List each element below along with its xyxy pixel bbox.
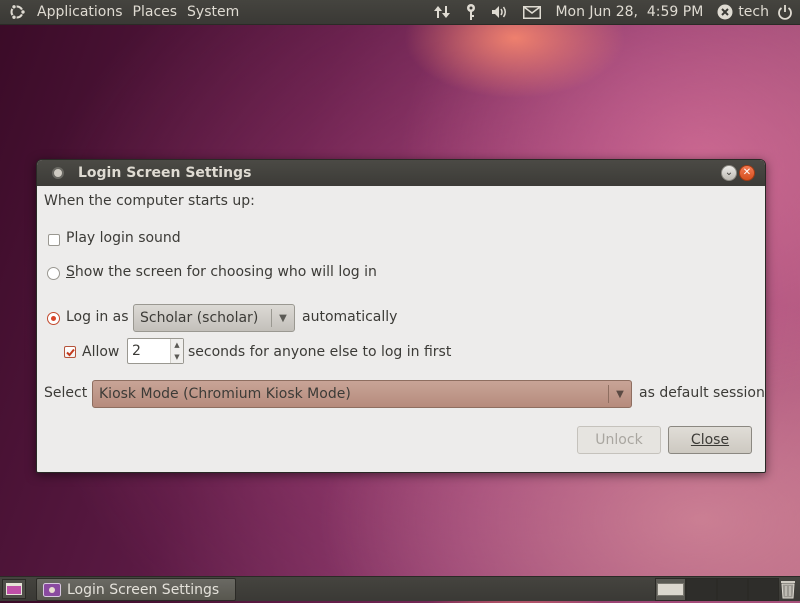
- minimize-button[interactable]: ⌄: [721, 165, 737, 181]
- workspace-2[interactable]: [686, 578, 717, 601]
- dialog-titlebar[interactable]: Login Screen Settings ⌄ ✕: [37, 160, 765, 186]
- workspace-1[interactable]: [655, 578, 686, 601]
- workspace-switcher: [655, 578, 779, 601]
- login-settings-app-icon: [43, 582, 61, 597]
- spin-up-icon[interactable]: ▲: [171, 339, 183, 351]
- allow-label[interactable]: Allow: [82, 344, 119, 360]
- menu-system[interactable]: System: [182, 4, 244, 20]
- login-as-radio[interactable]: [47, 312, 60, 325]
- keyring-icon[interactable]: [465, 3, 477, 21]
- volume-icon[interactable]: [491, 5, 509, 19]
- session-label: Select: [44, 385, 88, 401]
- menu-places[interactable]: Places: [128, 4, 183, 20]
- allow-checkbox[interactable]: [64, 346, 76, 358]
- power-icon[interactable]: [777, 4, 793, 20]
- dropdown-arrow-icon: ▼: [616, 388, 624, 400]
- show-screen-radio[interactable]: [47, 267, 60, 280]
- taskbar-item-login-screen-settings[interactable]: Login Screen Settings: [36, 578, 236, 601]
- workspace-3[interactable]: [717, 578, 748, 601]
- close-button-label: Close: [690, 432, 730, 448]
- close-button[interactable]: Close: [668, 426, 752, 454]
- top-panel: Applications Places System Mon Jun 28, 4…: [0, 0, 800, 25]
- user-name: tech: [738, 4, 769, 20]
- login-as-label[interactable]: Log in as: [66, 309, 129, 325]
- menu-applications[interactable]: Applications: [32, 4, 128, 20]
- play-login-sound-label[interactable]: Play login sound: [66, 230, 181, 246]
- session-value: Kiosk Mode (Chromium Kiosk Mode): [99, 386, 351, 402]
- intro-label: When the computer starts up:: [44, 193, 255, 209]
- session-suffix: as default session: [639, 385, 765, 401]
- user-menu[interactable]: tech: [717, 4, 769, 20]
- dropdown-arrow-icon: ▼: [279, 312, 287, 324]
- seconds-input[interactable]: [128, 339, 170, 363]
- close-window-button[interactable]: ✕: [739, 165, 755, 181]
- show-desktop-button[interactable]: [2, 579, 26, 599]
- main-menu-bar: Applications Places System: [0, 3, 244, 21]
- network-updown-icon[interactable]: [433, 4, 451, 20]
- login-as-suffix: automatically: [302, 309, 398, 325]
- allow-suffix: seconds for anyone else to log in first: [188, 344, 452, 360]
- login-screen-settings-dialog: Login Screen Settings ⌄ ✕ When the compu…: [36, 159, 766, 473]
- dialog-content: When the computer starts up: Play login …: [37, 186, 765, 470]
- desktop-icon: [6, 583, 22, 595]
- bottom-panel: Login Screen Settings: [0, 576, 800, 601]
- login-user-combo[interactable]: Scholar (scholar) ▼: [133, 304, 295, 332]
- show-screen-label-rest: how the screen for choosing who will log…: [74, 264, 377, 280]
- login-user-value: Scholar (scholar): [140, 310, 259, 326]
- mail-icon[interactable]: [523, 5, 542, 19]
- clock[interactable]: Mon Jun 28, 4:59 PM: [555, 4, 703, 20]
- system-tray: Mon Jun 28, 4:59 PM tech: [426, 0, 800, 24]
- user-status-icon: [717, 4, 733, 20]
- workspace-4[interactable]: [748, 578, 779, 601]
- show-screen-label[interactable]: Show the screen for choosing who will lo…: [66, 264, 377, 280]
- ubuntu-logo-icon[interactable]: [8, 3, 26, 21]
- session-combo[interactable]: Kiosk Mode (Chromium Kiosk Mode) ▼: [92, 380, 632, 408]
- spin-down-icon[interactable]: ▼: [171, 351, 183, 363]
- play-login-sound-checkbox[interactable]: [48, 234, 60, 246]
- seconds-spinner[interactable]: ▲ ▼: [127, 338, 184, 364]
- checkmark-icon: [65, 348, 75, 356]
- taskbar-item-label: Login Screen Settings: [67, 581, 220, 598]
- unlock-button[interactable]: Unlock: [577, 426, 661, 454]
- window-menu-icon[interactable]: [52, 167, 64, 179]
- window-controls: ⌄ ✕: [721, 165, 755, 181]
- dialog-title: Login Screen Settings: [78, 165, 252, 181]
- spinner-buttons: ▲ ▼: [170, 339, 183, 363]
- trash-icon[interactable]: [780, 579, 796, 603]
